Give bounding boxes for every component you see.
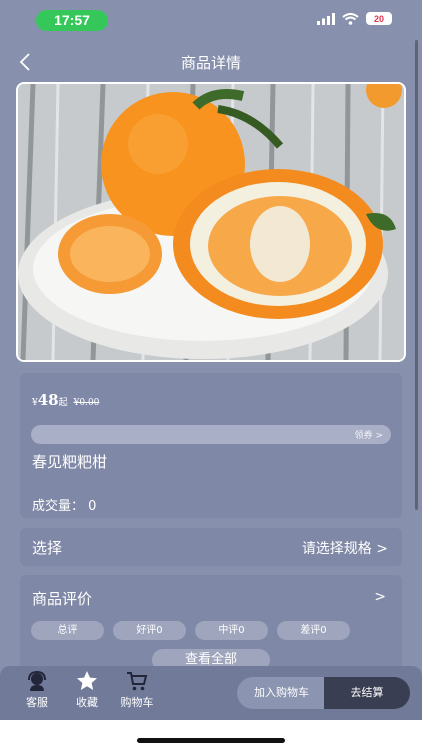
spec-selector[interactable]: 选择 请选择规格 > (20, 528, 402, 566)
favorite-label: 收藏 (76, 696, 98, 709)
product-image (16, 82, 406, 362)
orange-photo (18, 84, 404, 360)
sales-count: 成交量： 0 (32, 495, 96, 514)
scroll-indicator (415, 40, 418, 510)
status-time: 17:57 (36, 10, 108, 31)
coupon-bar[interactable]: 领券 > (31, 425, 391, 444)
home-indicator-area (0, 720, 422, 750)
original-price: ¥0.00 (73, 398, 100, 408)
customer-service-icon (28, 670, 46, 691)
status-icons: 20 (317, 12, 392, 25)
customer-service-tab[interactable]: 客服 (14, 670, 60, 710)
chevron-right-icon[interactable]: > (374, 589, 386, 605)
review-chip-all[interactable]: 总评 (31, 621, 104, 640)
customer-service-label: 客服 (26, 696, 48, 709)
spec-placeholder[interactable]: 请选择规格 > (302, 538, 388, 558)
review-chip-medium[interactable]: 中评0 (195, 621, 268, 640)
bottom-action-bar: 客服 收藏 购物车 加入购物车 去结算 (0, 666, 422, 720)
home-indicator[interactable] (137, 738, 285, 743)
price-suffix: 起 (58, 398, 68, 408)
price-card: ¥48起 ¥0.00 领券 > 春见粑粑柑 成交量： 0 (20, 373, 402, 518)
add-to-cart-button[interactable]: 加入购物车 (237, 677, 326, 709)
shopping-cart-tab[interactable]: 购物车 (114, 670, 160, 710)
review-card: 商品评价 > 总评 好评0 中评0 差评0 查看全部 (20, 575, 402, 675)
review-chip-good[interactable]: 好评0 (113, 621, 186, 640)
price-value: 48 (37, 391, 59, 409)
product-name: 春见粑粑柑 (32, 453, 108, 471)
favorite-tab[interactable]: 收藏 (64, 670, 110, 710)
review-title: 商品评价 (32, 590, 93, 608)
navigation-bar: 商品详情 (0, 44, 422, 80)
sales-value: 0 (88, 499, 97, 514)
review-filter-chips: 总评 好评0 中评0 差评0 (31, 621, 350, 640)
battery-icon: 20 (366, 12, 392, 25)
coupon-link[interactable]: 领券 > (355, 428, 383, 441)
wifi-icon (342, 12, 359, 25)
review-chip-bad[interactable]: 差评0 (277, 621, 350, 640)
spec-label: 选择 (32, 539, 63, 557)
status-bar: 17:57 20 (0, 0, 422, 40)
star-icon (77, 671, 97, 690)
shopping-cart-label: 购物车 (120, 696, 154, 709)
shopping-cart-icon (127, 672, 148, 691)
cellular-icon (317, 12, 335, 25)
checkout-button[interactable]: 去结算 (324, 677, 410, 709)
price-row: ¥48起 ¥0.00 (32, 390, 99, 409)
page-title: 商品详情 (180, 54, 241, 72)
sales-label: 成交量： (32, 499, 85, 514)
